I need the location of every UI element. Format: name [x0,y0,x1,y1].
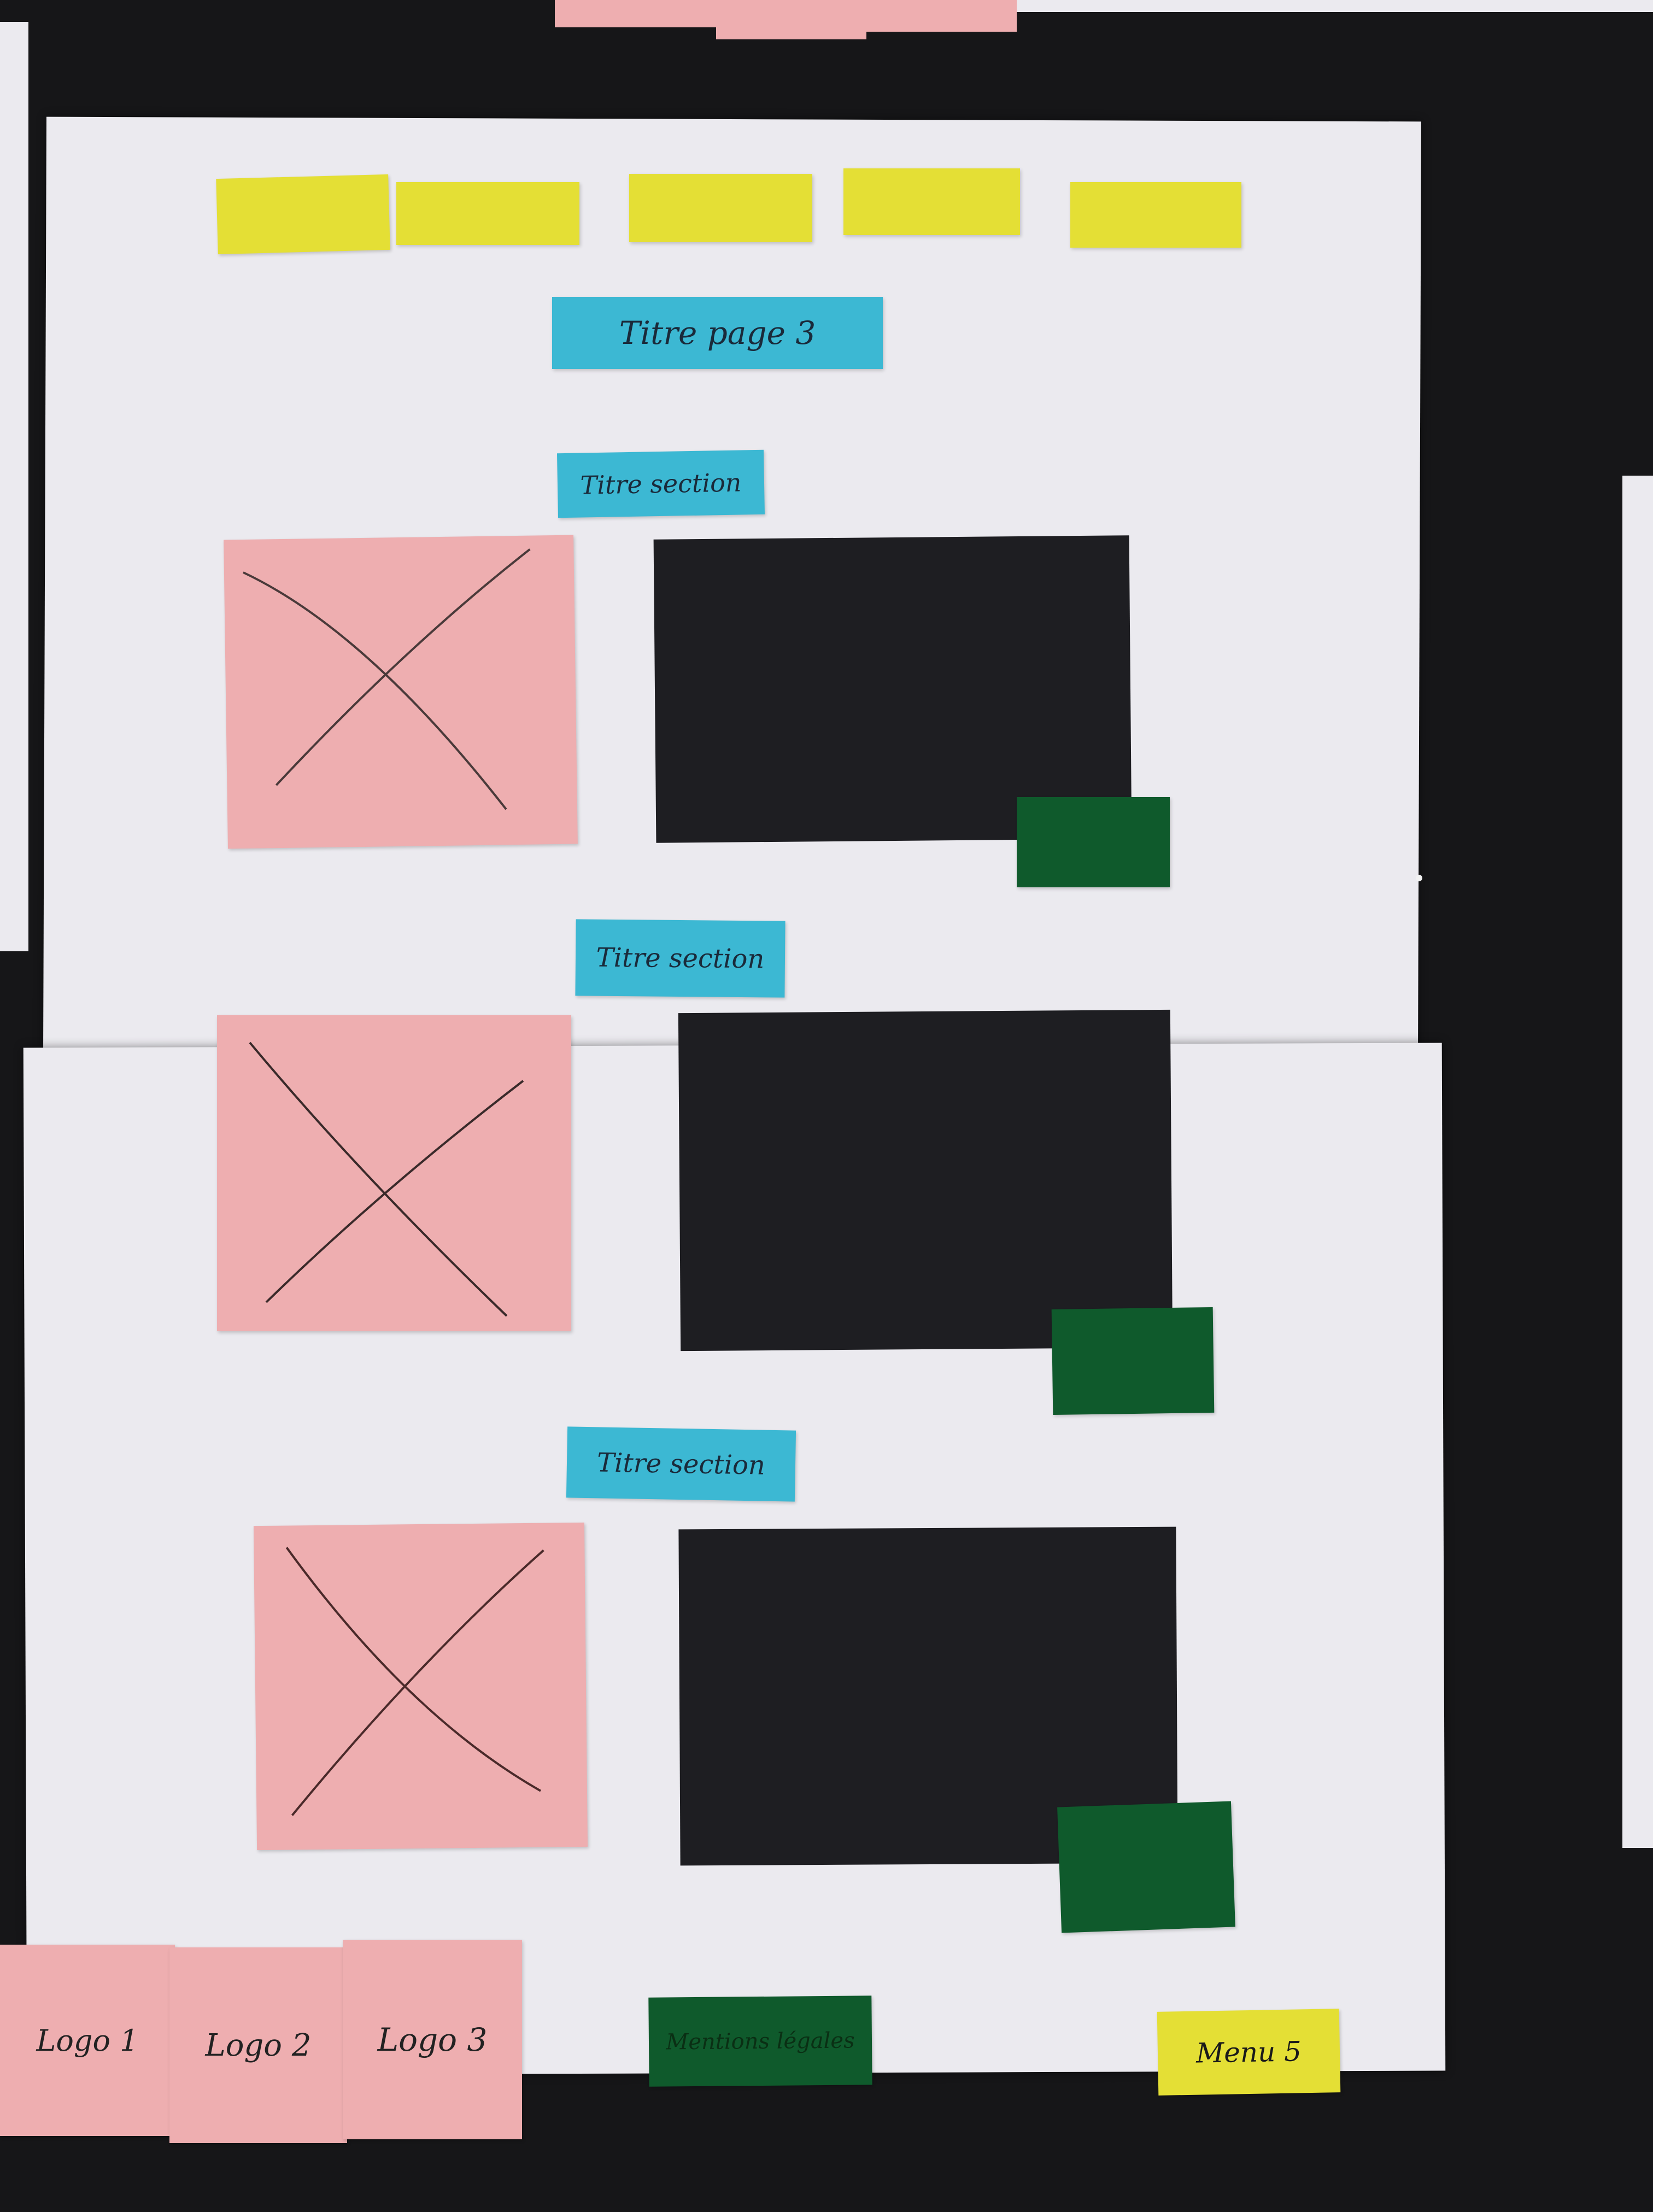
section-title-3-text: Titre section [596,1447,766,1481]
menu-note-3[interactable] [629,174,812,242]
pink-note-scrap [716,0,866,39]
pink-note-scrap [555,0,719,27]
footer-menu-5-text: Menu 5 [1195,2035,1302,2069]
section-title-1: Titre section [556,449,765,518]
section-title-2: Titre section [575,919,786,998]
paper-edge-right [1622,476,1653,1848]
section-title-2-text: Titre section [596,942,765,975]
section-title-1-text: Titre section [580,467,742,500]
cross-icon [285,1547,544,1816]
cross-icon [243,548,531,810]
paper-scrap-top-right [1017,0,1653,12]
footer-menu-5[interactable]: Menu 5 [1157,2009,1341,2096]
footer-logo-1-text: Logo 1 [36,2023,139,2058]
menu-note-5[interactable] [1070,182,1241,248]
paper-edge-left [0,22,28,951]
footer-logo-2[interactable]: Logo 2 [169,1947,347,2143]
image-placeholder-1 [224,535,578,849]
table-speck [1416,875,1422,881]
section-title-3: Titre section [566,1426,796,1502]
button-note-3[interactable] [1057,1801,1235,1933]
button-note-2[interactable] [1051,1307,1215,1415]
menu-note-4[interactable] [843,168,1020,235]
image-placeholder-2 [217,1015,571,1331]
footer-logo-3[interactable]: Logo 3 [343,1940,522,2139]
text-block-2 [678,1009,1173,1351]
cross-icon [249,1041,524,1317]
footer-legal-link[interactable]: Mentions légales [648,1996,872,2087]
footer-logo-3-text: Logo 3 [377,2021,488,2058]
image-placeholder-3 [253,1522,588,1851]
footer-logo-1[interactable]: Logo 1 [0,1945,175,2136]
page-title: Titre page 3 [552,297,883,369]
menu-note-2[interactable] [396,182,579,245]
pink-note-scrap [866,0,1017,32]
button-note-1[interactable] [1017,797,1170,887]
page-title-text: Titre page 3 [619,314,816,352]
footer-legal-text: Mentions légales [666,2027,855,2055]
footer-logo-2-text: Logo 2 [205,2027,312,2063]
menu-note-1[interactable] [216,174,390,255]
